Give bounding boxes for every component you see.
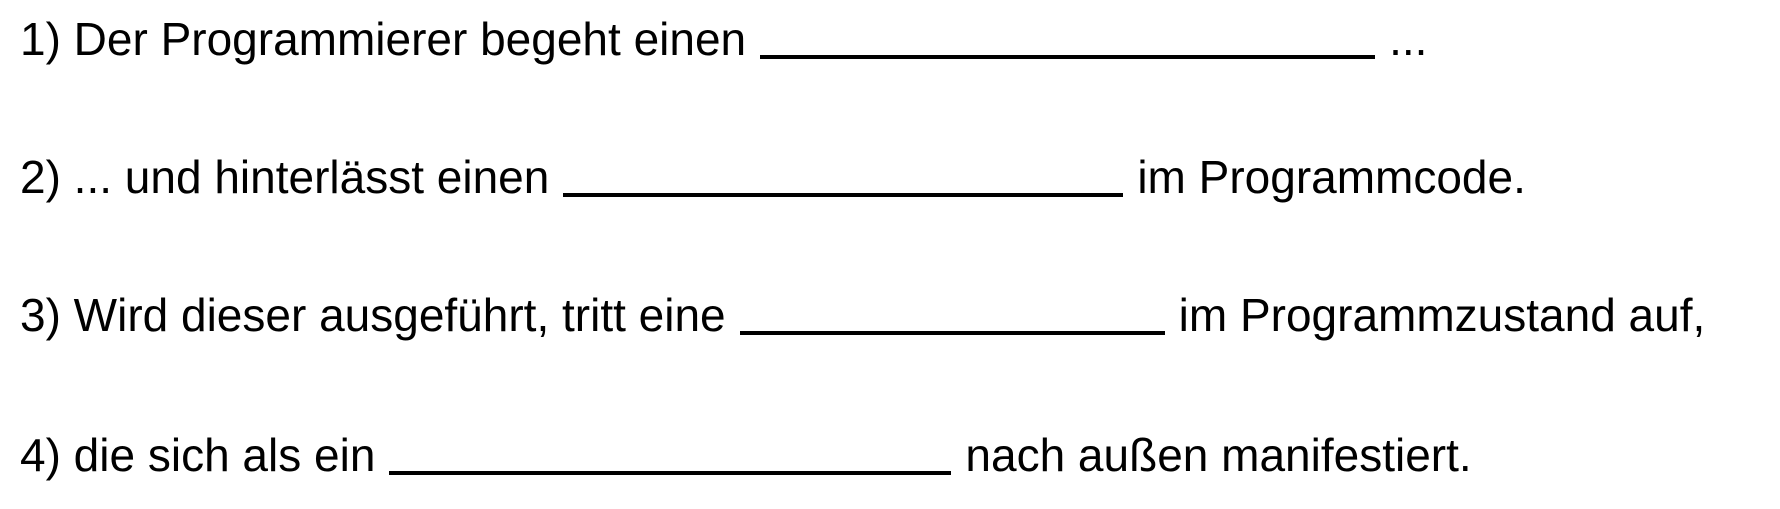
sentence-1-after: ...	[1389, 13, 1428, 65]
sentence-3-before: 3) Wird dieser ausgeführt, tritt eine	[20, 289, 726, 341]
sentence-4-after: nach außen manifestiert.	[965, 429, 1472, 481]
sentence-1-blank[interactable]	[760, 55, 1376, 59]
sentence-4: 4) die sich als ein nach außen manifesti…	[20, 432, 1472, 478]
sentence-2: 2) ... und hinterlässt einen im Programm…	[20, 154, 1526, 200]
sentence-3-blank[interactable]	[739, 331, 1165, 335]
sentence-1: 1) Der Programmierer begeht einen ...	[20, 16, 1427, 62]
sentence-3-after: im Programmzustand auf,	[1178, 289, 1706, 341]
sentence-4-blank[interactable]	[389, 471, 952, 475]
sentence-2-before: 2) ... und hinterlässt einen	[20, 151, 550, 203]
sentence-1-before: 1) Der Programmierer begeht einen	[20, 13, 747, 65]
sentence-2-blank[interactable]	[563, 193, 1124, 197]
sentence-2-after: im Programmcode.	[1137, 151, 1526, 203]
sentence-3: 3) Wird dieser ausgeführt, tritt eine im…	[20, 292, 1705, 338]
sentence-4-before: 4) die sich als ein	[20, 429, 376, 481]
